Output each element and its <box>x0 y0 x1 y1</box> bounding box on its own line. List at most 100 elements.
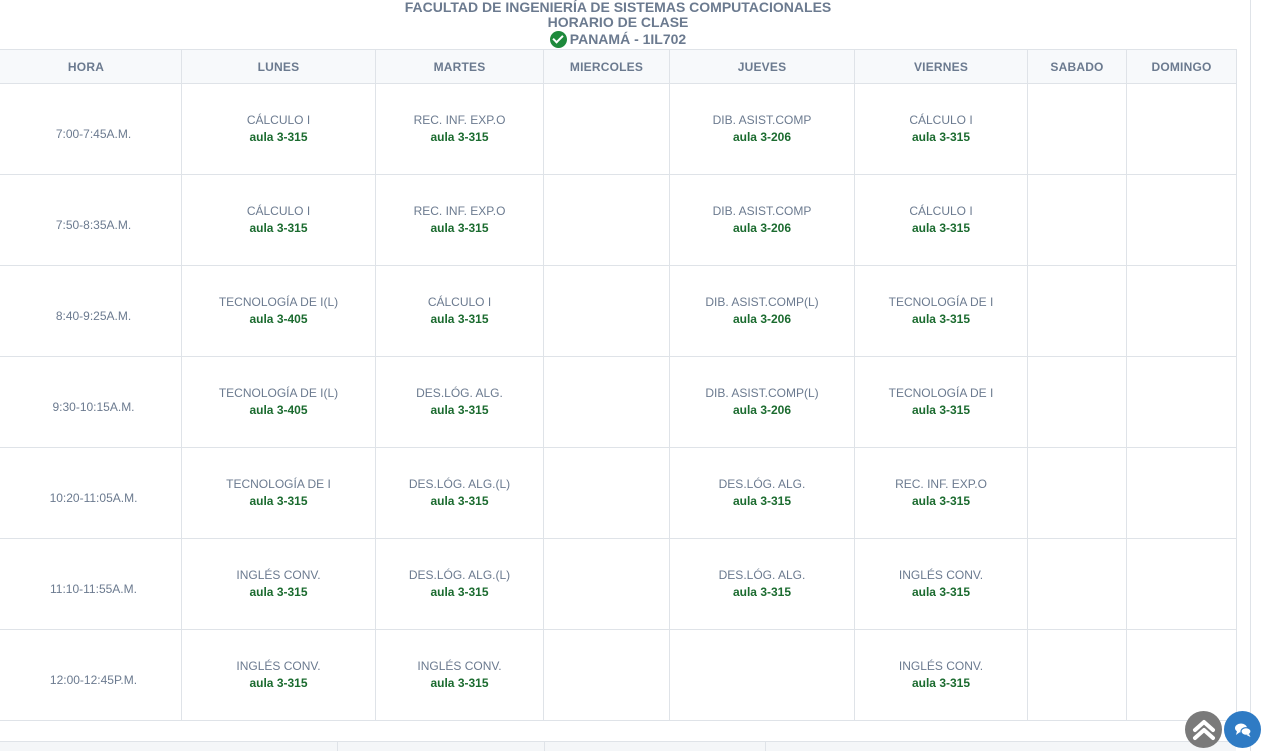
room-label: aula 3-405 <box>249 312 308 326</box>
class-cell <box>1126 447 1237 539</box>
time-slot-label: 7:50-8:35A.M. <box>55 217 132 232</box>
class-cell <box>543 83 670 175</box>
column-header: VIERNES <box>854 49 1028 84</box>
class-cell: CÁLCULO I aula 3-315 <box>181 83 376 175</box>
room-label: aula 3-315 <box>911 676 971 690</box>
course-name: TECNOLOGÍA DE I <box>888 295 994 309</box>
time-cell: 11:10-11:55A.M. <box>0 538 182 630</box>
class-cell <box>1027 356 1127 448</box>
class-cell: INGLÉS CONV. aula 3-315 <box>854 629 1028 721</box>
time-cell: 10:20-11:05A.M. <box>0 447 182 539</box>
class-cell: TECNOLOGÍA DE I aula 3-315 <box>181 447 376 539</box>
class-cell: REC. INF. EXP.O aula 3-315 <box>854 447 1028 539</box>
class-cell <box>1027 538 1127 630</box>
course-name: REC. INF. EXP.O <box>413 113 506 127</box>
class-cell <box>1027 265 1127 357</box>
course-name: DES.LÓG. ALG. <box>718 568 806 582</box>
room-label: aula 3-206 <box>732 221 792 235</box>
class-cell: DIB. ASIST.COMP(L) aula 3-206 <box>669 265 855 357</box>
class-cell: DES.LÓG. ALG. aula 3-315 <box>669 447 855 539</box>
course-name: INGLÉS CONV. <box>898 568 984 582</box>
class-cell: DIB. ASIST.COMP aula 3-206 <box>669 83 855 175</box>
class-cell <box>543 265 670 357</box>
schedule-page: FACULTAD DE INGENIERÍA DE SISTEMAS COMPU… <box>0 0 1265 751</box>
table-body: 7:00-7:45A.M. CÁLCULO Iaula 3-315 REC. INF… <box>0 83 1237 721</box>
room-label: aula 3-315 <box>732 585 792 599</box>
class-cell: DIB. ASIST.COMP aula 3-206 <box>669 174 855 266</box>
room-label: aula 3-315 <box>249 494 308 508</box>
time-cell: 9:30-10:15A.M. <box>0 356 182 448</box>
course-name: CÁLCULO I <box>909 204 973 218</box>
course-name: INGLÉS CONV. <box>898 659 984 673</box>
course-name: DIB. ASIST.COMP <box>712 204 812 218</box>
course-name: INGLÉS CONV. <box>236 568 321 582</box>
room-label: aula 3-315 <box>430 130 489 144</box>
room-label: aula 3-315 <box>732 494 792 508</box>
column-header: JUEVES <box>669 49 855 84</box>
course-name: DIB. ASIST.COMP(L) <box>705 295 819 309</box>
class-cell <box>1126 356 1237 448</box>
room-label: aula 3-206 <box>732 403 792 417</box>
class-cell: DIB. ASIST.COMP(L) aula 3-206 <box>669 356 855 448</box>
class-cell <box>1126 538 1237 630</box>
room-label: aula 3-315 <box>911 494 971 508</box>
course-name: CÁLCULO I <box>427 295 492 309</box>
group-label: PANAMÁ - 1IL702 <box>569 31 687 47</box>
time-slot-label: 12:00-12:45P.M. <box>49 672 138 687</box>
room-label: aula 3-315 <box>911 221 971 235</box>
room-label: aula 3-315 <box>249 130 308 144</box>
course-name: INGLÉS CONV. <box>236 659 321 673</box>
class-cell <box>543 538 670 630</box>
room-label: aula 3-315 <box>430 221 489 235</box>
schedule-title: HORARIO DE CLASE <box>547 14 689 30</box>
column-header: MIERCOLES <box>543 49 670 84</box>
room-label: aula 3-315 <box>430 312 489 326</box>
class-cell: REC. INF. EXP.O aula 3-315 <box>375 174 544 266</box>
class-cell <box>1027 174 1127 266</box>
course-name: INGLÉS CONV. <box>417 659 502 673</box>
class-cell <box>1027 629 1127 721</box>
course-name: DES.LÓG. ALG.(L) <box>408 568 511 582</box>
course-name: DES.LÓG. ALG. <box>718 477 806 491</box>
class-cell <box>1126 174 1237 266</box>
room-label: aula 3-315 <box>430 403 489 417</box>
time-cell: 12:00-12:45P.M. <box>0 629 182 721</box>
course-name: DIB. ASIST.COMP(L) <box>705 386 819 400</box>
class-cell <box>543 629 670 721</box>
class-cell <box>1027 447 1127 539</box>
room-label: aula 3-315 <box>911 312 971 326</box>
check-circle-icon <box>549 31 567 48</box>
chat-button[interactable] <box>1224 711 1261 748</box>
footer-table-edge <box>0 741 1236 751</box>
table-row: 12:00-12:45P.M. INGLÉS CONV. aula 3-315 ING… <box>0 629 1237 721</box>
time-cell: 8:40-9:25A.M. <box>0 265 182 357</box>
faculty-title: FACULTAD DE INGENIERÍA DE SISTEMAS COMPU… <box>404 0 832 15</box>
class-cell: CÁLCULO I aula 3-315 <box>181 174 376 266</box>
time-slot-label: 8:40-9:25A.M. <box>55 308 132 323</box>
class-cell: CÁLCULO I aula 3-315 <box>854 83 1028 175</box>
column-header: DOMINGO <box>1126 49 1237 84</box>
class-cell: DES.LÓG. ALG. aula 3-315 <box>669 538 855 630</box>
class-cell: TECNOLOGÍA DE I aula 3-315 <box>854 356 1028 448</box>
column-header: SABADO <box>1027 49 1127 84</box>
scroll-top-button[interactable] <box>1185 711 1222 748</box>
table-row: 10:20-11:05A.M. TECNOLOGÍA DE I aula 3-315… <box>0 447 1237 539</box>
course-name: DIB. ASIST.COMP <box>712 113 812 127</box>
table-header-row: HORA LUNES MARTES MIERCOLES JUEVES VIERNES SAB… <box>0 49 1237 84</box>
scrollbar-edge <box>1250 0 1251 751</box>
schedule-table: HORA LUNES MARTES MIERCOLES JUEVES VIERNES SAB… <box>0 49 1237 721</box>
footer-divider <box>544 742 545 751</box>
class-cell: INGLÉS CONV. aula 3-315 <box>181 538 376 630</box>
course-name: TECNOLOGÍA DE I(L) <box>218 295 339 309</box>
group-title: PANAMÁ - 1IL702 <box>0 31 1236 48</box>
column-header: MARTES <box>375 49 544 84</box>
class-cell: INGLÉS CONV. aula 3-315 <box>375 629 544 721</box>
room-label: aula 3-206 <box>732 312 792 326</box>
table-row: 8:40-9:25A.M. TECNOLOGÍA DE I(L) aula 3-40… <box>0 265 1237 357</box>
class-cell <box>1027 83 1127 175</box>
class-cell: CÁLCULO I aula 3-315 <box>854 174 1028 266</box>
class-cell <box>669 629 855 721</box>
course-name: CÁLCULO I <box>246 204 311 218</box>
class-cell: DES.LÓG. ALG. aula 3-315 <box>375 356 544 448</box>
class-cell: TECNOLOGÍA DE I(L) aula 3-405 <box>181 356 376 448</box>
